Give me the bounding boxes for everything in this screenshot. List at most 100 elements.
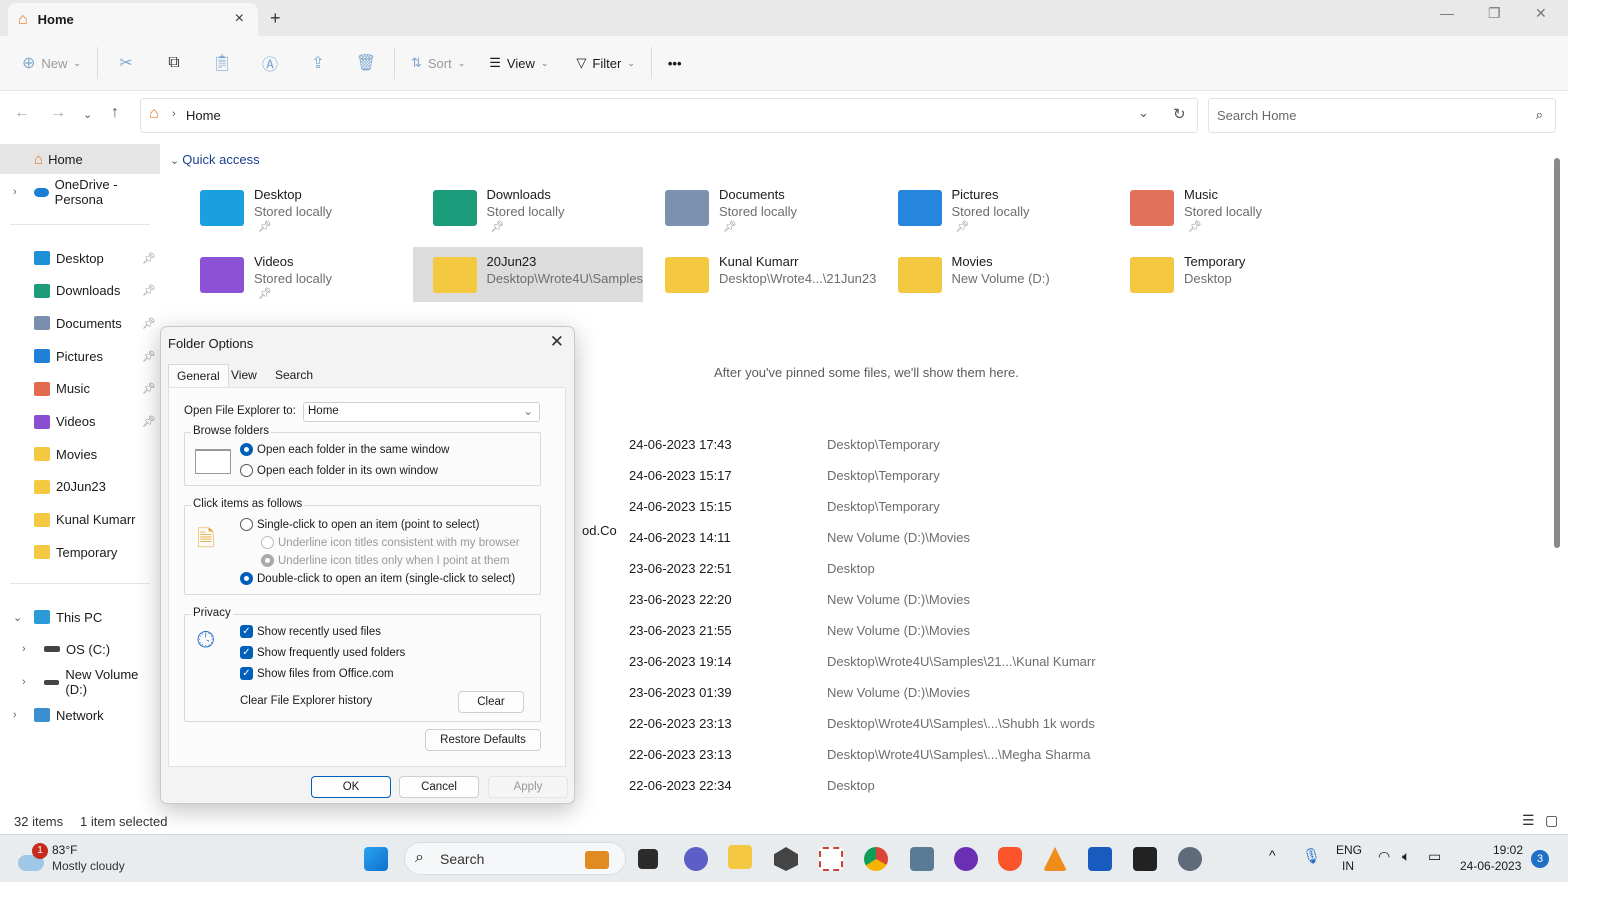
ok-button[interactable]: OK: [311, 776, 391, 798]
volume-icon[interactable]: 🔈︎: [1402, 848, 1410, 865]
quick-access-item[interactable]: TemporaryDesktop: [1110, 247, 1340, 302]
recent-file-row[interactable]: 24-06-2023 14:11New Volume (D:)\Movies: [580, 523, 1540, 554]
recent-file-row[interactable]: 23-06-2023 21:55New Volume (D:)\Movies: [580, 616, 1540, 647]
battery-icon[interactable]: ▭: [1428, 848, 1441, 865]
vertical-scrollbar[interactable]: [1554, 158, 1560, 548]
settings-icon[interactable]: [1178, 847, 1202, 871]
sidebar-item-home[interactable]: ⌂ Home: [0, 144, 160, 174]
rename-button[interactable]: Ⓐ: [250, 46, 290, 80]
sidebar-item-movies[interactable]: Movies: [0, 439, 160, 469]
cut-button[interactable]: ✂: [106, 46, 146, 80]
app-cube-icon[interactable]: [774, 847, 798, 871]
chevron-right-icon[interactable]: ›: [22, 676, 26, 688]
tab-close-button[interactable]: ×: [235, 10, 244, 28]
vlc-icon[interactable]: [1043, 847, 1067, 871]
tab-view[interactable]: View: [223, 364, 265, 388]
clear-button[interactable]: Clear: [458, 691, 524, 713]
sidebar-item-pictures[interactable]: Pictures📌︎: [0, 341, 160, 371]
search-input[interactable]: Search Home ⌕: [1208, 98, 1556, 133]
calculator-icon[interactable]: [910, 847, 934, 871]
sidebar-item-os-c[interactable]: › OS (C:): [0, 634, 160, 664]
dialog-close-button[interactable]: ✕: [550, 332, 564, 352]
copy-button[interactable]: ⧉: [154, 46, 194, 80]
notification-badge[interactable]: 3: [1531, 850, 1549, 868]
clock-date[interactable]: 24-06-2023: [1460, 859, 1521, 873]
double-click-radio[interactable]: Double-click to open an item (single-cli…: [240, 572, 515, 585]
word-icon[interactable]: [1088, 847, 1112, 871]
up-button[interactable]: ↑: [111, 104, 119, 122]
sidebar-item-20jun23[interactable]: 20Jun23: [0, 472, 160, 502]
recent-file-row[interactable]: 24-06-2023 15:15Desktop\Temporary: [580, 492, 1540, 523]
apply-button[interactable]: Apply: [488, 776, 568, 798]
pin-icon[interactable]: 📌︎: [142, 317, 156, 330]
clock-time[interactable]: 19:02: [1493, 843, 1523, 857]
recent-file-row[interactable]: 22-06-2023 22:34Desktop: [580, 771, 1540, 802]
browse-same-window-radio[interactable]: Open each folder in the same window: [240, 443, 449, 456]
taskbar-search[interactable]: ⌕ Search: [404, 842, 626, 875]
recent-file-row[interactable]: 24-06-2023 15:17Desktop\Temporary: [580, 461, 1540, 492]
refresh-button[interactable]: ↻: [1173, 105, 1186, 123]
sidebar-item-network[interactable]: › Network: [0, 700, 160, 730]
close-window-button[interactable]: ✕: [1535, 5, 1547, 22]
language-indicator[interactable]: ENG: [1336, 843, 1362, 857]
wifi-icon[interactable]: ◠: [1378, 848, 1390, 865]
sidebar-item-desktop[interactable]: Desktop📌︎: [0, 243, 160, 273]
snipping-tool-icon[interactable]: [819, 847, 843, 871]
restore-button[interactable]: ❐: [1488, 5, 1501, 22]
open-to-select[interactable]: Home ⌄: [303, 402, 540, 422]
browse-own-window-radio[interactable]: Open each folder in its own window: [240, 464, 438, 477]
chat-app-icon[interactable]: [684, 847, 708, 871]
start-button[interactable]: [364, 847, 388, 871]
show-office-files-checkbox[interactable]: ✓Show files from Office.com: [240, 667, 394, 680]
new-button[interactable]: ⊕ New ⌄: [14, 46, 89, 80]
quick-access-item[interactable]: MusicStored locally📌︎: [1110, 180, 1340, 235]
tab-home[interactable]: ⌂ Home ×: [8, 3, 258, 36]
cancel-button[interactable]: Cancel: [399, 776, 479, 798]
tiles-view-button[interactable]: ▢: [1545, 812, 1558, 829]
sort-button[interactable]: ⇅ Sort ⌄: [403, 46, 473, 80]
tab-search[interactable]: Search: [267, 364, 321, 388]
single-click-radio[interactable]: Single-click to open an item (point to s…: [240, 518, 479, 531]
chevron-down-icon[interactable]: ⌄: [13, 611, 22, 624]
underline-point-radio[interactable]: Underline icon titles only when I point …: [261, 554, 509, 567]
sidebar-item-new-volume-d[interactable]: › New Volume (D:): [0, 667, 160, 697]
paste-button[interactable]: 📋︎: [202, 46, 242, 80]
show-hidden-icons-button[interactable]: ^: [1269, 847, 1276, 863]
sidebar-item-downloads[interactable]: Downloads📌︎: [0, 276, 160, 306]
task-view-icon[interactable]: [638, 849, 658, 869]
recent-file-row[interactable]: 22-06-2023 23:13Desktop\Wrote4U\Samples\…: [580, 709, 1540, 740]
file-explorer-icon[interactable]: [728, 845, 752, 869]
underline-browser-radio[interactable]: Underline icon titles consistent with my…: [261, 536, 520, 549]
tab-general[interactable]: General: [168, 364, 229, 388]
filter-button[interactable]: ▽ Filter ⌄: [568, 46, 642, 80]
minimize-button[interactable]: —: [1440, 5, 1454, 21]
quick-access-item[interactable]: DocumentsStored locally📌︎: [645, 180, 875, 235]
pin-icon[interactable]: 📌︎: [142, 382, 156, 395]
brave-icon[interactable]: [998, 847, 1022, 871]
weather-widget[interactable]: 1 83°F Mostly cloudy: [18, 843, 148, 877]
recent-file-row[interactable]: 23-06-2023 22:51Desktop: [580, 554, 1540, 585]
quick-access-item[interactable]: MoviesNew Volume (D:): [878, 247, 1108, 302]
back-button[interactable]: ←: [14, 104, 30, 122]
recent-file-row[interactable]: 24-06-2023 17:43Desktop\Temporary: [580, 430, 1540, 461]
quick-access-item[interactable]: PicturesStored locally📌︎: [878, 180, 1108, 235]
quick-access-item[interactable]: Kunal KumarrDesktop\Wrote4...\21Jun23: [645, 247, 875, 302]
quick-access-item[interactable]: 20Jun23Desktop\Wrote4U\Samples: [413, 247, 643, 302]
forward-button[interactable]: →: [50, 104, 66, 122]
quick-access-item[interactable]: VideosStored locally📌︎: [180, 247, 410, 302]
quick-access-item[interactable]: DownloadsStored locally📌︎: [413, 180, 643, 235]
recent-locations-button[interactable]: ⌄: [83, 108, 92, 121]
show-recent-files-checkbox[interactable]: ✓Show recently used files: [240, 625, 381, 638]
address-bar[interactable]: ⌂ › Home ⌄ ↻: [140, 98, 1198, 133]
tor-browser-icon[interactable]: [954, 847, 978, 871]
pin-icon[interactable]: 📌︎: [142, 350, 156, 363]
chevron-right-icon[interactable]: ›: [13, 709, 17, 721]
share-button[interactable]: ⇪: [298, 46, 338, 80]
sidebar-item-music[interactable]: Music📌︎: [0, 374, 160, 404]
recent-file-row[interactable]: 23-06-2023 19:14Desktop\Wrote4U\Samples\…: [580, 647, 1540, 678]
recent-file-row[interactable]: 23-06-2023 22:20New Volume (D:)\Movies: [580, 585, 1540, 616]
sidebar-item-onedrive[interactable]: › OneDrive - Persona: [0, 177, 160, 207]
restore-defaults-button[interactable]: Restore Defaults: [425, 729, 541, 751]
sidebar-item-documents[interactable]: Documents📌︎: [0, 308, 160, 338]
address-dropdown-button[interactable]: ⌄: [1138, 105, 1149, 121]
